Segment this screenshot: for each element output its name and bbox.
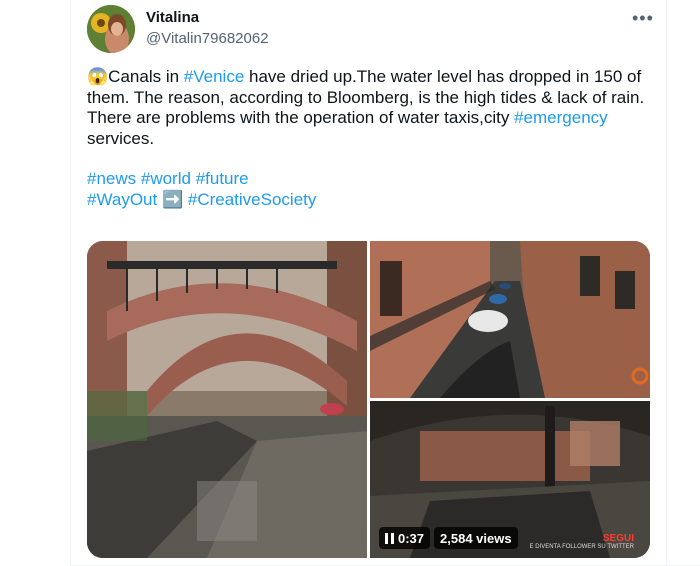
media-photo-canal-boats[interactable] [370,241,650,398]
scream-emoji-icon: 😱 [87,67,109,86]
hashtag-world[interactable]: #world [141,169,191,188]
video-caption-overlay: SEGUI E DIVENTA FOLLOWER SU TWITTER [530,533,634,550]
author-handle[interactable]: @Vitalin79682062 [146,30,269,47]
video-caption-title: SEGUI [602,533,634,544]
timeline-border-left [70,0,71,566]
media-grid: SEGUI E DIVENTA FOLLOWER SU TWITTER 0:37… [87,241,650,558]
video-views: 2,584 views [440,530,512,546]
hashtag-emergency[interactable]: #emergency [514,108,608,127]
video-time: 0:37 [398,530,425,546]
video-time-badge[interactable]: 0:37 [379,527,431,549]
hashtag-news[interactable]: #news [87,169,136,188]
avatar[interactable] [87,5,135,53]
hashtag-creativesociety[interactable]: #CreativeSociety [188,190,317,209]
video-caption-sub: E DIVENTA FOLLOWER SU TWITTER [529,544,634,550]
video-views-badge: 2,584 views [434,527,518,549]
more-options-icon[interactable]: ••• [632,8,654,29]
hashtag-future[interactable]: #future [196,169,249,188]
media-video[interactable]: SEGUI E DIVENTA FOLLOWER SU TWITTER 0:37… [370,401,650,558]
tweet-text: 😱Canals in #Venice have dried up.The wat… [87,67,657,210]
timeline-border-right [666,0,667,566]
video-controls: 0:37 2,584 views [379,527,518,549]
hashtag-wayout[interactable]: #WayOut [87,190,157,209]
tweet-text-segment: Canals in [108,67,184,86]
arrow-right-icon: ➡️ [161,189,184,209]
tweet-text-segment: services. [87,128,155,148]
tweet-text-segment: There are problems with the operation of… [87,108,515,127]
pause-icon[interactable] [385,532,394,544]
hashtag-venice[interactable]: #Venice [184,67,245,86]
media-photo-bridge[interactable] [87,241,367,558]
author-name[interactable]: Vitalina [146,9,199,26]
